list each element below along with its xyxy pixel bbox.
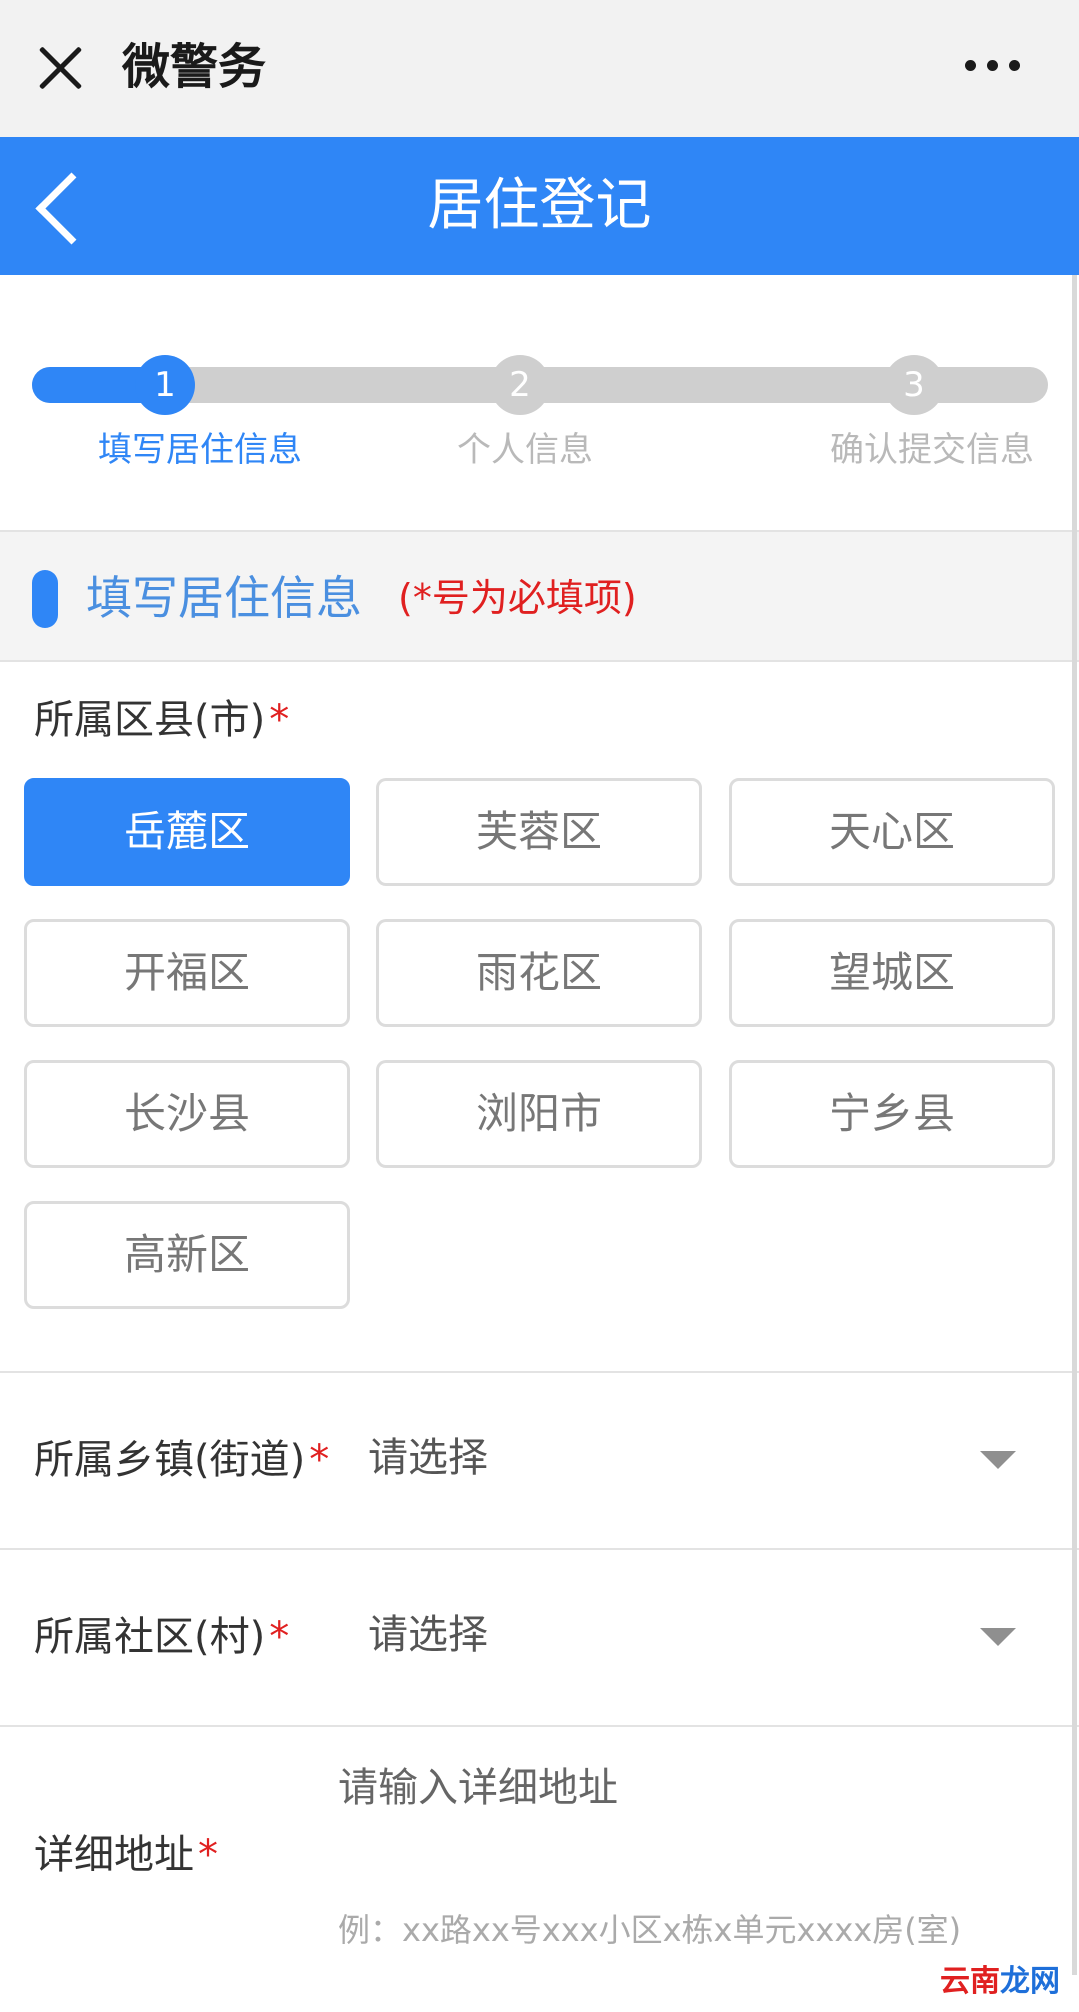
wechat-title: 微警务	[122, 39, 267, 95]
wechat-top-bar: 微警务	[0, 0, 1079, 137]
progress-stepper: 1 2 3 填写居住信息 个人信息 确认提交信息	[0, 275, 1079, 530]
page: 微警务 居住登记 1 2 3 填写居住信息 个人信息 确认提交信息 填写居住信息…	[0, 0, 1079, 2012]
watermark-logo: 云南龙网	[940, 1964, 1060, 1999]
divider	[0, 1725, 1079, 1727]
required-note: (*号为必填项)	[398, 576, 637, 620]
step-1-circle: 1	[135, 355, 195, 415]
district-option-furong[interactable]: 芙蓉区	[376, 778, 702, 886]
district-option-kaifu[interactable]: 开福区	[24, 919, 350, 1027]
step-2-label: 个人信息	[457, 430, 593, 470]
community-select[interactable]: 请选择	[368, 1605, 488, 1665]
required-mark: *	[269, 1614, 290, 1660]
district-option-liuyang[interactable]: 浏阳市	[376, 1060, 702, 1168]
step-3-circle: 3	[884, 355, 944, 415]
close-icon[interactable]	[34, 40, 86, 92]
address-label: 详细地址 *	[34, 1832, 218, 1878]
community-label: 所属社区(村) *	[34, 1614, 290, 1660]
district-option-changsha[interactable]: 长沙县	[24, 1060, 350, 1168]
district-option-gaoxin[interactable]: 高新区	[24, 1201, 350, 1309]
district-label: 所属区县(市) *	[34, 697, 290, 743]
address-input[interactable]	[338, 1758, 1038, 1818]
required-mark: *	[309, 1437, 330, 1483]
step-2-circle: 2	[490, 355, 550, 415]
step-1-label: 填写居住信息	[98, 430, 302, 470]
required-mark: *	[198, 1832, 218, 1878]
section-marker	[32, 570, 58, 628]
page-title: 居住登记	[427, 173, 652, 238]
more-icon[interactable]	[965, 60, 1025, 74]
town-label: 所属乡镇(街道) *	[34, 1437, 330, 1483]
divider	[0, 1371, 1079, 1373]
step-3-label: 确认提交信息	[830, 430, 1034, 470]
section-title: 填写居住信息	[86, 571, 362, 625]
district-option-ningxiang[interactable]: 宁乡县	[729, 1060, 1055, 1168]
required-mark: *	[269, 697, 290, 743]
address-hint: 例：xx路xx号xxx小区x栋x单元xxxx房(室)	[338, 1911, 962, 1949]
scrollbar[interactable]	[1072, 275, 1077, 1975]
town-select[interactable]: 请选择	[368, 1428, 488, 1488]
dropdown-caret-icon[interactable]	[980, 1628, 1016, 1646]
section-header: 填写居住信息 (*号为必填项)	[0, 530, 1079, 662]
district-option-yuhua[interactable]: 雨花区	[376, 919, 702, 1027]
district-option-wangcheng[interactable]: 望城区	[729, 919, 1055, 1027]
district-option-yuelu[interactable]: 岳麓区	[24, 778, 350, 886]
dropdown-caret-icon[interactable]	[980, 1451, 1016, 1469]
page-header: 居住登记	[0, 137, 1079, 275]
divider	[0, 1548, 1079, 1550]
district-option-tianxin[interactable]: 天心区	[729, 778, 1055, 886]
